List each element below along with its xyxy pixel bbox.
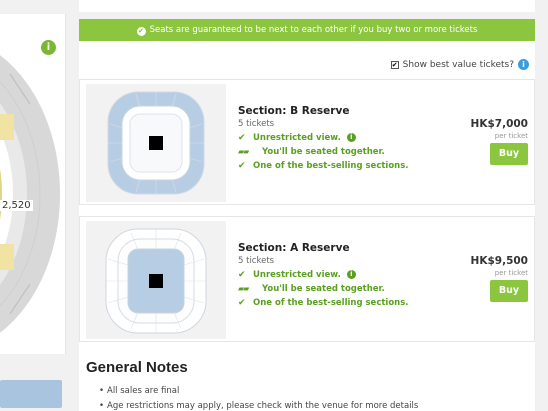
section-map-a-reserve xyxy=(105,228,207,334)
check-icon: ✔ xyxy=(238,132,246,143)
best-value-label[interactable]: Show best value tickets? xyxy=(403,60,514,70)
price-block: HK$7,000 per ticket Buy xyxy=(471,118,528,165)
top-strip xyxy=(79,0,535,12)
feature-seated-together: ▰▰ You'll be seated together. xyxy=(238,283,428,294)
check-icon: ✔ xyxy=(238,297,246,308)
per-ticket-label: per ticket xyxy=(494,132,528,140)
listing-card[interactable]: Section: A Reserve 5 tickets ✔ Unrestric… xyxy=(79,216,535,342)
feature-text: One of the best-selling sections. xyxy=(253,160,409,171)
feature-best-selling: ✔ One of the best-selling sections. xyxy=(238,297,428,308)
seats-pair-icon: ▰▰ xyxy=(238,147,249,156)
listings-main: ✔ Seats are guaranteed to be next to each… xyxy=(79,0,535,411)
section-map-thumbnail xyxy=(86,84,226,202)
listing-info: Section: B Reserve 5 tickets ✔ Unrestric… xyxy=(238,105,428,171)
feature-text: You'll be seated together. xyxy=(262,283,385,294)
price-block: HK$9,500 per ticket Buy xyxy=(471,255,528,302)
ticket-price: HK$9,500 xyxy=(470,255,528,267)
venue-map[interactable] xyxy=(0,14,66,354)
check-icon: ✔ xyxy=(238,160,246,171)
listing-card[interactable]: Section: B Reserve 5 tickets ✔ Unrestric… xyxy=(79,79,535,205)
info-icon[interactable]: i xyxy=(518,59,529,70)
feature-text: You'll be seated together. xyxy=(262,146,385,157)
section-name: Section: B Reserve xyxy=(238,105,350,117)
section-name: Section: A Reserve xyxy=(238,242,350,254)
map-price-label[interactable]: 2,520 xyxy=(0,200,33,211)
banner-text: Seats are guaranteed to be next to each … xyxy=(149,25,478,35)
venue-map-panel[interactable]: i 2,520 xyxy=(0,14,66,354)
info-icon[interactable]: i xyxy=(346,270,356,279)
ticket-count: 5 tickets xyxy=(238,119,275,129)
listing-info: Section: A Reserve 5 tickets ✔ Unrestric… xyxy=(238,242,428,308)
best-value-toggle[interactable]: ✔ Show best value tickets? i xyxy=(390,59,529,70)
feature-best-selling: ✔ One of the best-selling sections. xyxy=(238,160,428,171)
section-map-thumbnail xyxy=(86,221,226,339)
per-ticket-label: per ticket xyxy=(494,269,528,277)
feature-unrestricted-view: ✔ Unrestricted view. i xyxy=(238,269,428,280)
check-icon: ✔ xyxy=(238,269,246,280)
list-item: All sales are final xyxy=(99,386,418,396)
seats-pair-icon: ▰▰ xyxy=(238,284,249,293)
info-icon[interactable]: i xyxy=(346,133,356,142)
general-notes-title: General Notes xyxy=(86,359,188,376)
list-item: Age restrictions may apply, please check… xyxy=(99,401,418,411)
listings-content: ✔ Show best value tickets? i Section: B … xyxy=(79,41,535,411)
feature-unrestricted-view: ✔ Unrestricted view. i xyxy=(238,132,428,143)
feature-seated-together: ▰▰ You'll be seated together. xyxy=(238,146,428,157)
best-value-checkbox[interactable]: ✔ xyxy=(390,60,399,69)
feature-text: Unrestricted view. xyxy=(253,269,341,280)
general-notes-list: All sales are final Age restrictions may… xyxy=(99,386,418,411)
ticket-price: HK$7,000 xyxy=(470,118,528,130)
buy-button[interactable]: Buy xyxy=(490,280,528,302)
info-icon[interactable]: i xyxy=(41,40,56,55)
map-action-button[interactable] xyxy=(0,380,62,408)
section-map-b-reserve xyxy=(107,91,205,195)
feature-text: One of the best-selling sections. xyxy=(253,297,409,308)
seats-together-banner: ✔ Seats are guaranteed to be next to each… xyxy=(79,19,535,41)
feature-text: Unrestricted view. xyxy=(253,132,341,143)
ticket-count: 5 tickets xyxy=(238,256,275,266)
check-circle-icon: ✔ xyxy=(136,27,146,36)
buy-button[interactable]: Buy xyxy=(490,143,528,165)
